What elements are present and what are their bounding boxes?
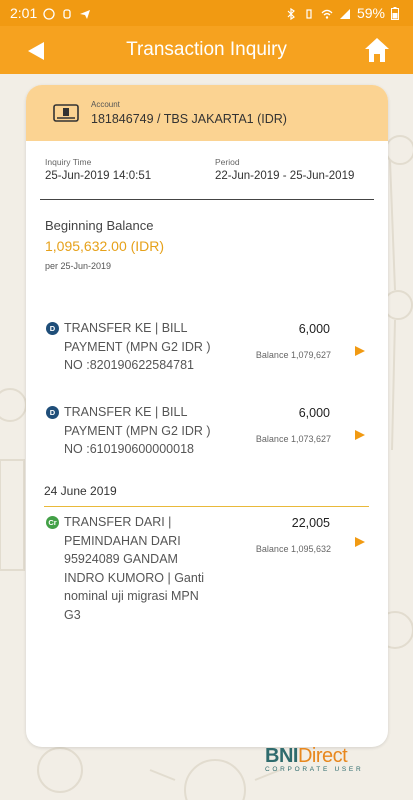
brand-subtitle: CORPORATE USER [265, 766, 364, 773]
wifi-icon [321, 7, 333, 19]
brand-direct: Direct [297, 745, 348, 767]
period-label: Period [215, 157, 240, 167]
credit-badge: Cr [46, 516, 59, 529]
account-value: 181846749 / TBS JAKARTA1 (IDR) [91, 112, 287, 126]
home-button[interactable] [363, 36, 391, 64]
account-header: Account 181846749 / TBS JAKARTA1 (IDR) [26, 85, 388, 141]
transaction-balance: Balance 1,073,627 [255, 434, 331, 444]
signal-icon [339, 7, 351, 19]
period-value: 22-Jun-2019 - 25-Jun-2019 [215, 170, 355, 182]
beginning-balance-amount: 1,095,632.00 (IDR) [45, 238, 165, 254]
beginning-balance-label: Beginning Balance [45, 218, 154, 233]
battery-icon [391, 7, 403, 20]
watch-icon [61, 7, 73, 19]
inquiry-info: Inquiry Time 25-Jun-2019 14:0:51 Period … [26, 141, 388, 199]
date-separator-line [44, 506, 369, 507]
whatsapp-icon [43, 7, 55, 20]
bluetooth-icon [285, 7, 297, 21]
transaction-balance: Balance 1,095,632 [255, 544, 331, 554]
battery-percent: 59% [356, 5, 385, 21]
debit-badge: D [46, 406, 59, 419]
transaction-balance: Balance 1,079,627 [255, 350, 331, 360]
transaction-description: TRANSFER DARI | PEMINDAHAN DARI 95924089… [64, 515, 205, 622]
beginning-balance: Beginning Balance 1,095,632.00 (IDR) per… [26, 200, 388, 271]
expand-arrow-icon[interactable] [354, 429, 366, 441]
brand-bni: BNI [265, 745, 298, 767]
back-arrow-icon [28, 42, 44, 60]
transaction-card: Account 181846749 / TBS JAKARTA1 (IDR) I… [26, 85, 388, 747]
account-label: Account [91, 100, 120, 109]
vibrate-icon [303, 7, 315, 19]
transaction-amount: 6,000 [298, 406, 330, 420]
status-bar: 2:01 59% [0, 0, 413, 26]
status-time: 2:01 [10, 5, 38, 21]
inquiry-time-label: Inquiry Time [45, 157, 92, 167]
expand-arrow-icon[interactable] [354, 536, 366, 548]
home-icon [365, 38, 389, 62]
date-separator: 24 June 2019 [44, 484, 117, 498]
app-bar: Transaction Inquiry [0, 26, 413, 74]
beginning-balance-date: per 25-Jun-2019 [45, 261, 112, 271]
transaction-description: TRANSFER KE | BILL PAYMENT (MPN G2 IDR )… [64, 321, 211, 373]
transaction-amount: 6,000 [298, 322, 330, 336]
page-title: Transaction Inquiry [126, 39, 287, 60]
transaction-description: TRANSFER KE | BILL PAYMENT (MPN G2 IDR )… [64, 405, 211, 457]
bni-direct-logo: BNIDirect CORPORATE USER [265, 745, 381, 773]
transaction-amount: 22,005 [291, 516, 330, 530]
debit-badge: D [46, 322, 59, 335]
telegram-icon [79, 7, 91, 19]
inquiry-time-value: 25-Jun-2019 14:0:51 [45, 170, 152, 182]
expand-arrow-icon[interactable] [354, 345, 366, 357]
back-button[interactable] [26, 40, 48, 62]
account-card-icon [53, 104, 79, 122]
